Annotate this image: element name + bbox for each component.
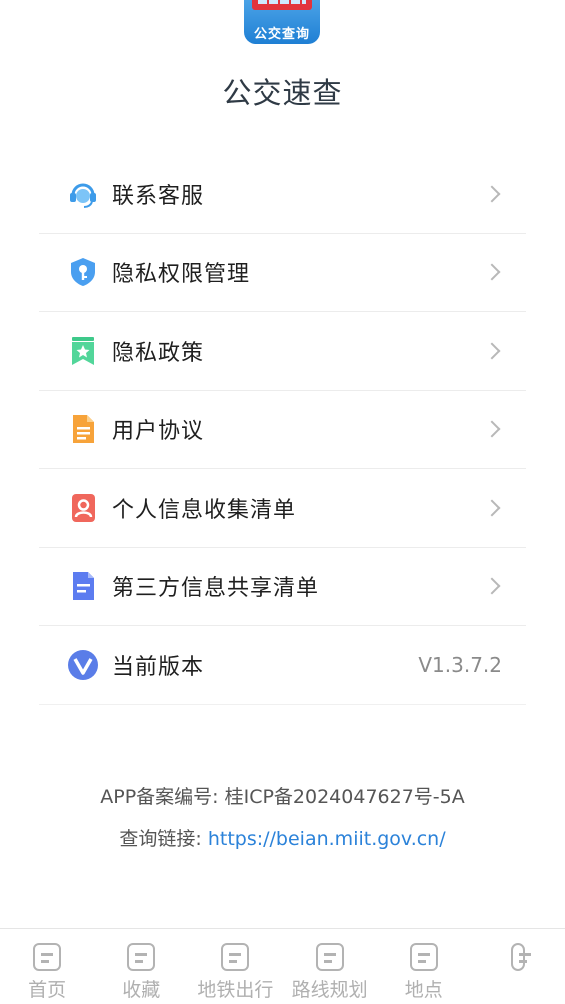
tab-route-planning[interactable]: 路线规划 bbox=[283, 929, 377, 1004]
app-logo: 公交查询 bbox=[244, 0, 320, 44]
menu-item-label: 用户协议 bbox=[112, 419, 205, 445]
tab-mine[interactable] bbox=[471, 929, 565, 1004]
tab-favorites[interactable]: 收藏 bbox=[94, 929, 188, 1004]
version-value: V1.3.7.2 bbox=[418, 652, 502, 677]
tab-label: 地铁出行 bbox=[197, 979, 274, 1001]
metro-tab-icon bbox=[221, 943, 250, 971]
menu-item-customer-service[interactable]: 联系客服 bbox=[39, 155, 526, 234]
bookmark-star-icon bbox=[66, 334, 100, 368]
mine-tab-icon bbox=[510, 943, 531, 971]
chevron-right-icon bbox=[483, 342, 501, 360]
tab-label: 地点 bbox=[404, 979, 443, 1001]
tab-label: 路线规划 bbox=[291, 979, 368, 1001]
menu-item-privacy-policy[interactable]: 隐私政策 bbox=[39, 312, 526, 391]
route-tab-icon bbox=[315, 943, 344, 971]
file-share-icon bbox=[66, 569, 100, 603]
chevron-right-icon bbox=[483, 577, 501, 595]
menu-item-label: 联系客服 bbox=[112, 183, 205, 209]
favorites-tab-icon bbox=[127, 943, 156, 971]
tab-metro[interactable]: 地铁出行 bbox=[188, 929, 282, 1004]
app-name: 公交速查 bbox=[222, 76, 343, 110]
chevron-right-icon bbox=[483, 499, 501, 517]
icp-record: APP备案编号: 桂ICP备2024047627号-5A bbox=[100, 786, 465, 808]
menu-item-label: 隐私政策 bbox=[112, 340, 205, 366]
version-v-icon bbox=[66, 648, 100, 682]
menu-item-privacy-permission[interactable]: 隐私权限管理 bbox=[39, 234, 526, 312]
home-tab-icon bbox=[33, 943, 62, 971]
query-link-prefix: 查询链接: bbox=[119, 828, 208, 850]
chevron-right-icon bbox=[483, 185, 501, 203]
menu-item-user-agreement[interactable]: 用户协议 bbox=[39, 391, 526, 469]
tab-label: 首页 bbox=[28, 979, 67, 1001]
tab-places[interactable]: 地点 bbox=[377, 929, 471, 1004]
places-tab-icon bbox=[409, 943, 438, 971]
settings-menu: 联系客服 隐私权限管理 隐私政策 用户协议 个人信息收集清单 第三方信息共享清单… bbox=[39, 155, 526, 705]
menu-item-third-party-sharing[interactable]: 第三方信息共享清单 bbox=[39, 548, 526, 626]
menu-item-current-version[interactable]: 当前版本 V1.3.7.2 bbox=[39, 626, 526, 705]
menu-item-label: 当前版本 bbox=[112, 654, 205, 680]
app-logo-text: 公交查询 bbox=[253, 27, 310, 42]
menu-item-label: 第三方信息共享清单 bbox=[112, 576, 320, 602]
chevron-right-icon bbox=[483, 263, 501, 281]
document-icon bbox=[66, 412, 100, 446]
beian-link[interactable]: https://beian.miit.gov.cn/ bbox=[208, 828, 446, 850]
customer-service-icon bbox=[66, 177, 100, 211]
menu-item-label: 隐私权限管理 bbox=[112, 262, 251, 288]
menu-item-personal-info-list[interactable]: 个人信息收集清单 bbox=[39, 469, 526, 548]
menu-item-label: 个人信息收集清单 bbox=[112, 497, 297, 523]
chevron-right-icon bbox=[483, 420, 501, 438]
shield-key-icon bbox=[66, 255, 100, 289]
tab-label: 收藏 bbox=[122, 979, 161, 1001]
bottom-tab-bar: 首页 收藏 地铁出行 路线规划 地点 bbox=[0, 928, 565, 1004]
query-link-line: 查询链接: https://beian.miit.gov.cn/ bbox=[0, 824, 565, 851]
person-card-icon bbox=[66, 491, 100, 525]
tab-home[interactable]: 首页 bbox=[0, 929, 94, 1004]
bus-icon bbox=[252, 0, 312, 10]
